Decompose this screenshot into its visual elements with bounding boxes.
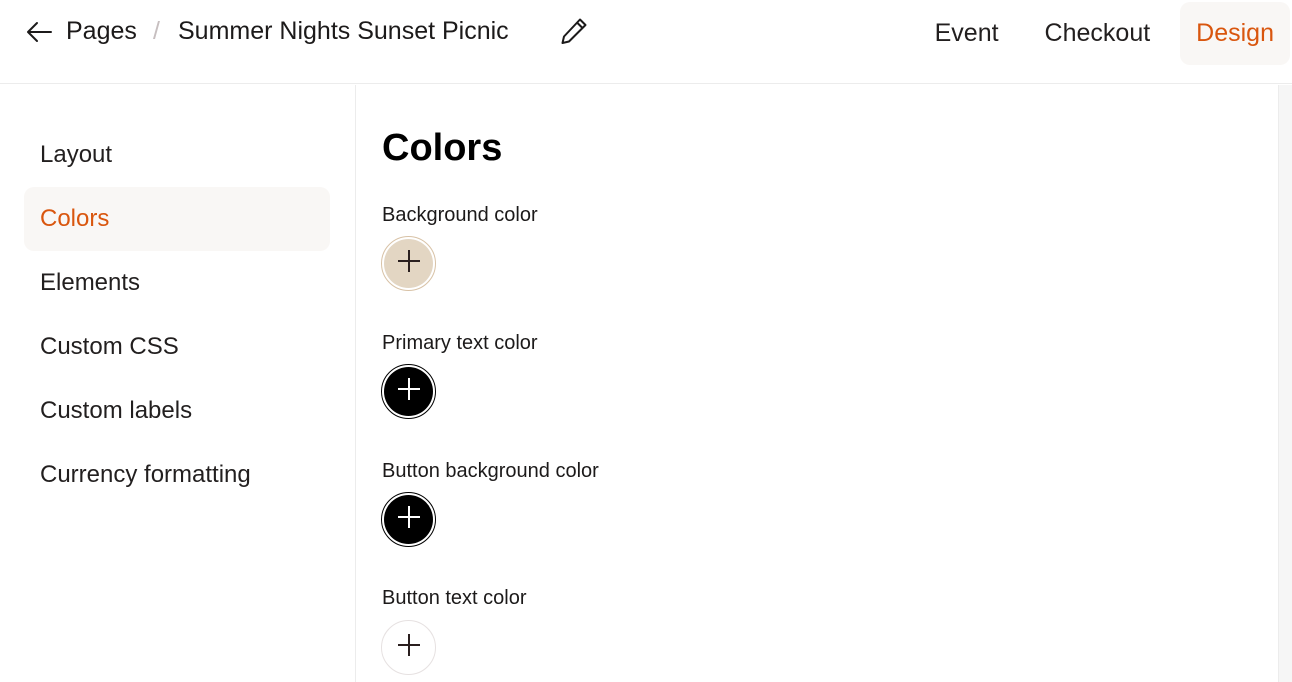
- background-color-label: Background color: [382, 204, 538, 226]
- back-button[interactable]: [24, 20, 54, 48]
- edit-title-button[interactable]: [558, 17, 590, 49]
- tab-design[interactable]: Design: [1180, 1, 1290, 65]
- plus-icon: [396, 376, 422, 407]
- sidebar-item-layout[interactable]: Layout: [24, 123, 330, 187]
- plus-icon: [396, 248, 422, 279]
- tab-checkout[interactable]: Checkout: [1029, 2, 1167, 65]
- page-title: Summer Nights Sunset Picnic: [178, 17, 509, 45]
- sidebar-item-colors[interactable]: Colors: [24, 187, 330, 251]
- breadcrumb-separator: /: [153, 17, 160, 45]
- top-nav: Event Checkout Design: [905, 1, 1290, 65]
- sidebar-item-elements[interactable]: Elements: [24, 251, 330, 315]
- breadcrumb-pages-link[interactable]: Pages: [66, 17, 137, 46]
- tab-event[interactable]: Event: [919, 2, 1015, 65]
- section-heading: Colors: [382, 127, 503, 169]
- button-background-color-swatch[interactable]: [381, 492, 436, 547]
- background-color-swatch[interactable]: [381, 236, 436, 291]
- sidebar-item-custom-labels[interactable]: Custom labels: [24, 379, 330, 443]
- button-background-color-label: Button background color: [382, 460, 599, 482]
- preview-panel-edge: [1278, 85, 1292, 682]
- sidebar-item-currency-formatting[interactable]: Currency formatting: [24, 443, 330, 507]
- primary-text-color-label: Primary text color: [382, 332, 538, 354]
- sidebar-item-custom-css[interactable]: Custom CSS: [24, 315, 330, 379]
- plus-icon: [396, 504, 422, 535]
- top-bar: Pages / Summer Nights Sunset Picnic Even…: [0, 0, 1292, 84]
- plus-icon: [396, 632, 422, 663]
- primary-text-color-swatch[interactable]: [381, 364, 436, 419]
- design-sidebar: Layout Colors Elements Custom CSS Custom…: [0, 85, 356, 682]
- button-text-color-label: Button text color: [382, 587, 527, 609]
- pencil-icon: [559, 16, 589, 51]
- button-text-color-swatch[interactable]: [381, 620, 436, 675]
- arrow-left-icon: [25, 20, 53, 49]
- colors-panel: Colors Background color Primary text col…: [357, 85, 1278, 682]
